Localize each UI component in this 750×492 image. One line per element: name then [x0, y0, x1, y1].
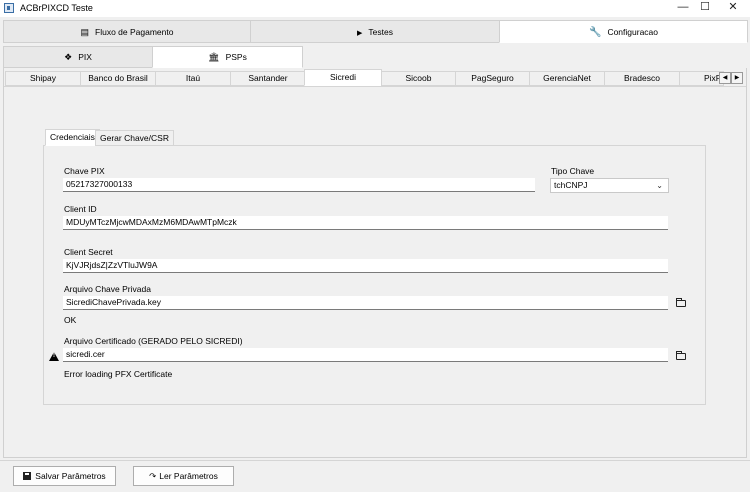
tab-shipay[interactable]: Shipay: [5, 71, 81, 86]
folder-icon[interactable]: [675, 351, 686, 360]
ler-parametros-button[interactable]: ↷ Ler Parâmetros: [133, 466, 234, 486]
warning-icon: [49, 352, 59, 361]
chave-pix-input[interactable]: 05217327000133: [63, 178, 535, 192]
tipo-chave-value: tchCNPJ: [554, 180, 588, 190]
tab-santander[interactable]: Santander: [230, 71, 306, 86]
arquivo-chave-status: OK: [64, 315, 77, 325]
scroll-right-icon[interactable]: ▶: [731, 72, 743, 84]
tab-pagseguro[interactable]: PagSeguro: [455, 71, 530, 86]
folder-icon[interactable]: [675, 298, 686, 307]
tab-pix[interactable]: ❖ PIX: [3, 46, 153, 68]
arquivo-cert-status: Error loading PFX Certificate: [64, 369, 173, 379]
client-secret-input[interactable]: KjVJRjdsZ|ZzVTluJW9A: [63, 259, 668, 273]
tab-itau[interactable]: Itaú: [155, 71, 231, 86]
tab-pixpdv[interactable]: PixPD: [679, 71, 724, 86]
list-icon: ▤: [80, 27, 90, 37]
scroll-left-icon[interactable]: ◀: [719, 72, 731, 84]
tab-scroll-arrows: ◀ ▶: [719, 71, 745, 84]
salvar-parametros-button[interactable]: Salvar Parâmetros: [13, 466, 116, 486]
tab-testes[interactable]: ▶ Testes: [250, 20, 500, 43]
tab-configuracao[interactable]: 🔧 Configuracao: [499, 20, 748, 43]
arquivo-cert-label: Arquivo Certificado (GERADO PELO SICREDI…: [64, 336, 243, 346]
window-title: ACBrPIXCD Teste: [20, 3, 93, 13]
arquivo-chave-label: Arquivo Chave Privada: [64, 284, 151, 294]
chave-pix-label: Chave PIX: [64, 166, 105, 176]
title-bar: ACBrPIXCD Teste — ☐ ✕: [0, 0, 750, 17]
tab-gerencianet[interactable]: GerenciaNet: [529, 71, 605, 86]
app-icon: [4, 3, 14, 13]
tipo-chave-label: Tipo Chave: [551, 166, 595, 176]
client-id-input[interactable]: MDUyMTczMjcwMDAxMzM6MDAwMTpMczk: [63, 216, 668, 230]
tab-banco-do-brasil[interactable]: Banco do Brasil: [80, 71, 156, 86]
client-id-label: Client ID: [64, 204, 97, 214]
client-secret-label: Client Secret: [64, 247, 113, 257]
tab-sicredi[interactable]: Sicredi: [304, 69, 382, 86]
chevron-down-icon: ⌄: [656, 181, 663, 190]
tab-bradesco[interactable]: Bradesco: [604, 71, 680, 86]
tipo-chave-select[interactable]: tchCNPJ ⌄: [550, 178, 669, 193]
close-button[interactable]: ✕: [716, 0, 750, 17]
tab-gerar-chave-csr[interactable]: Gerar Chave/CSR: [95, 130, 174, 146]
arquivo-cert-input[interactable]: sicredi.cer: [63, 348, 668, 362]
arquivo-chave-input[interactable]: SicrediChavePrivada.key: [63, 296, 668, 310]
wrench-icon: 🔧: [588, 27, 602, 38]
tab-credenciais[interactable]: Credenciais: [45, 129, 100, 146]
bank-icon: 🏛: [208, 52, 220, 62]
tab-sicoob[interactable]: Sicoob: [381, 71, 456, 86]
tab-fluxo-de-pagamento[interactable]: ▤ Fluxo de Pagamento: [3, 20, 251, 43]
play-icon: ▶: [357, 30, 363, 37]
tab-psps[interactable]: 🏛 PSPs: [152, 46, 303, 68]
refresh-icon: ↷: [149, 471, 157, 481]
save-icon: [23, 472, 32, 480]
pix-icon: ❖: [64, 52, 73, 62]
